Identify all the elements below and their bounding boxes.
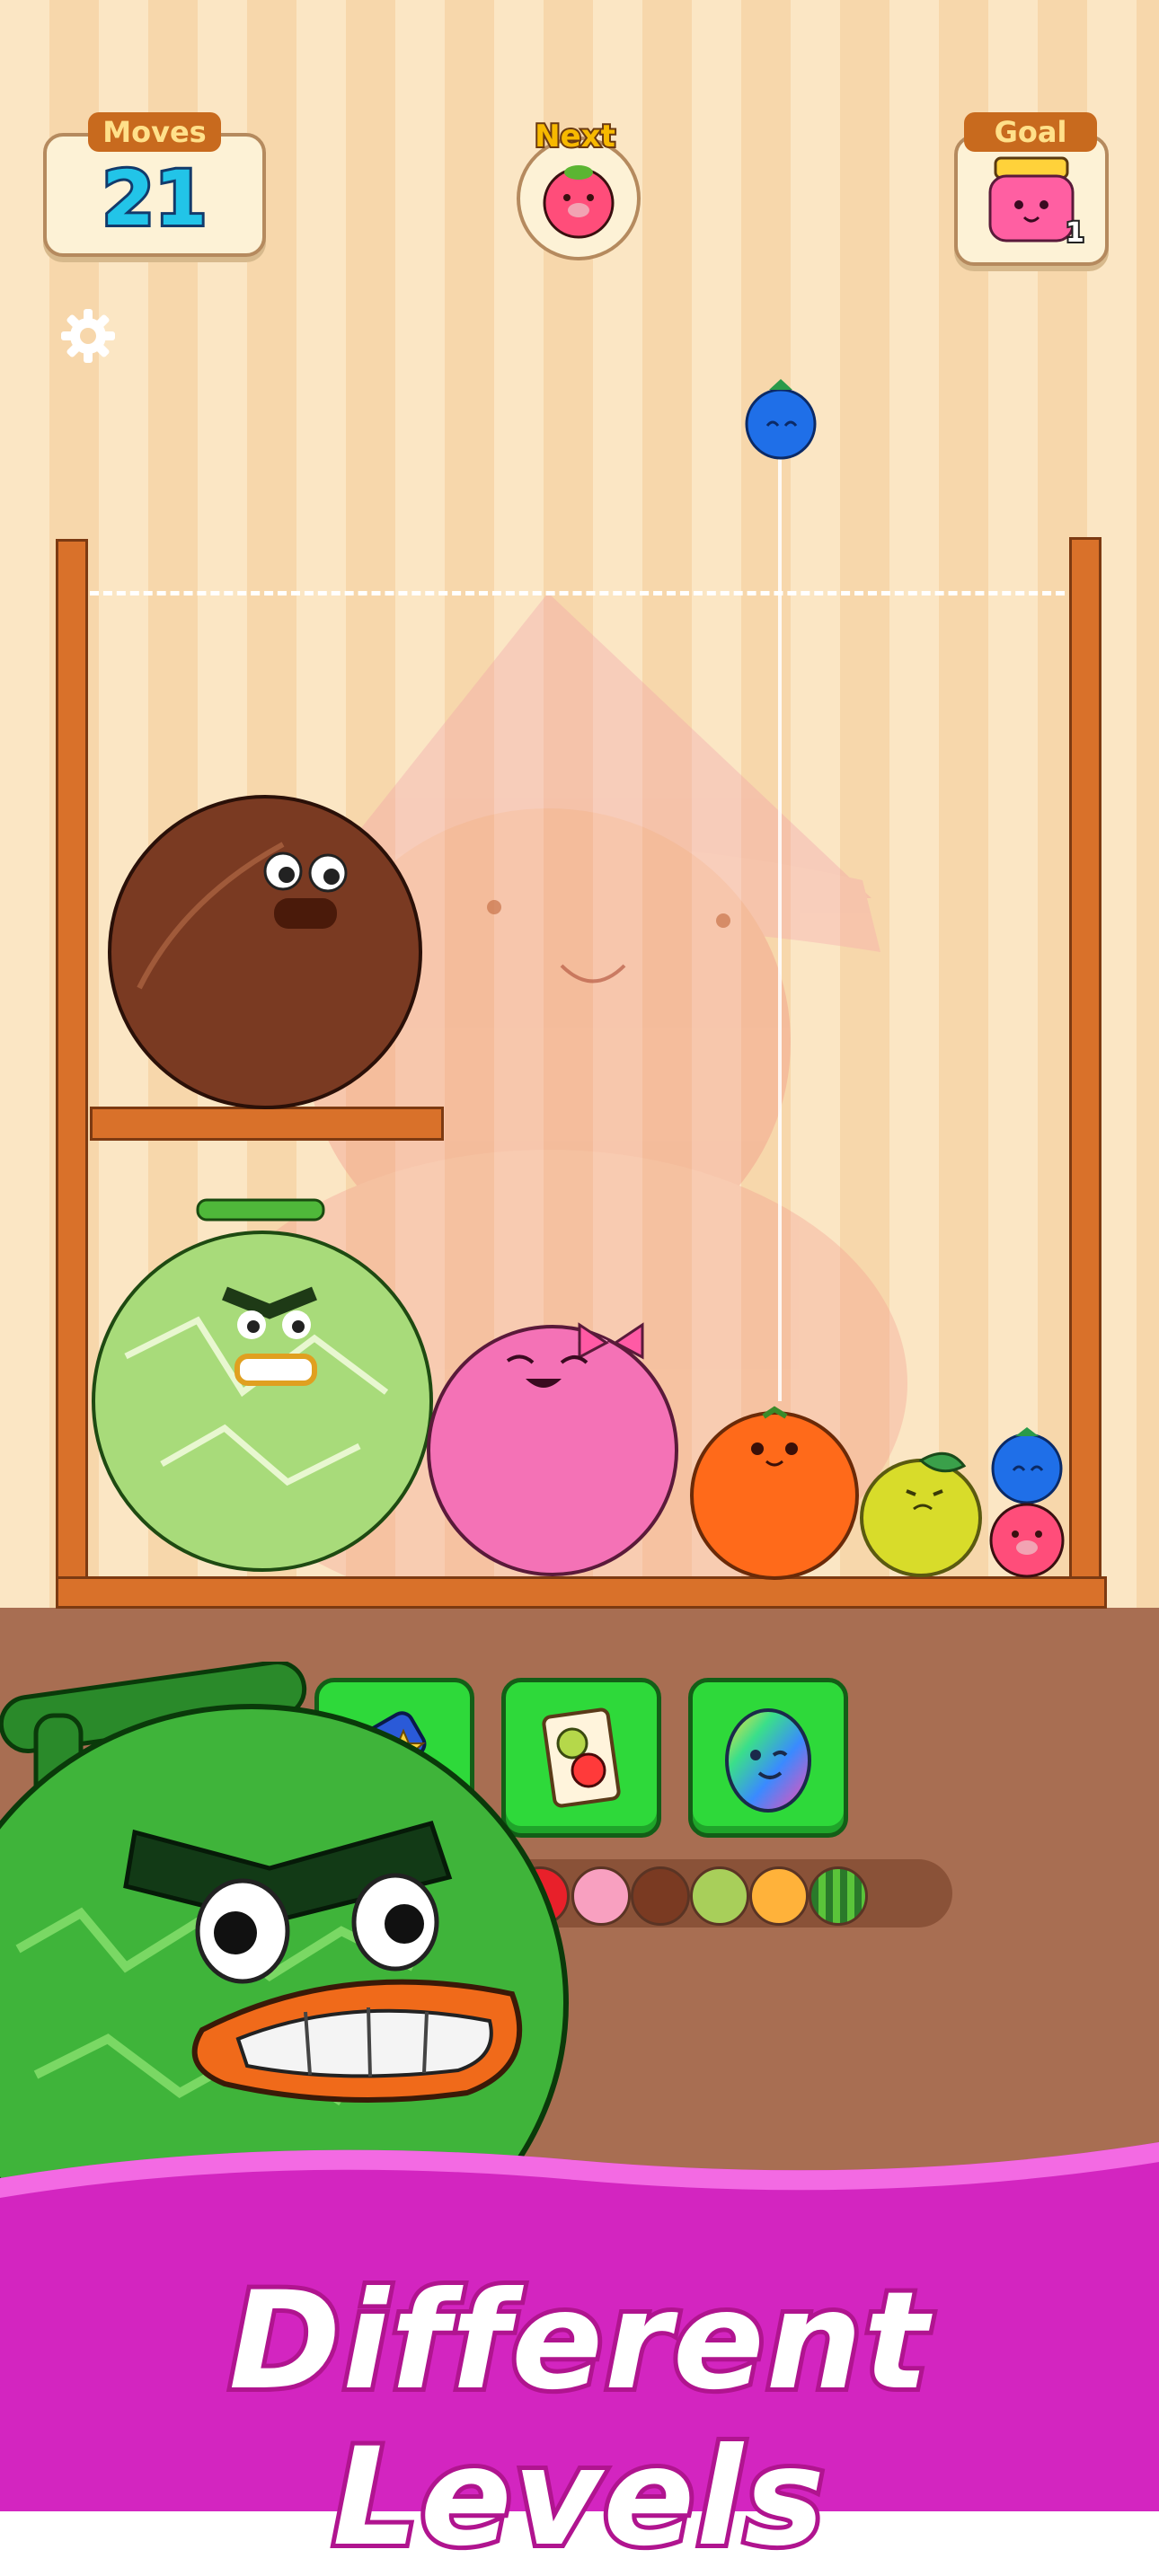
melon-fruit xyxy=(92,1198,433,1572)
blueberry-icon[interactable] xyxy=(742,375,819,462)
danger-line xyxy=(90,591,1065,599)
chain-strawberry xyxy=(571,1866,631,1926)
orange-fruit xyxy=(690,1406,859,1580)
goal-card: 1 xyxy=(954,135,1109,266)
moves-label: Moves xyxy=(88,112,221,152)
rainbow-egg-icon xyxy=(725,1708,811,1813)
chain-watermelon xyxy=(809,1866,868,1926)
next-label: Next xyxy=(533,117,617,156)
chain-kiwi xyxy=(690,1866,749,1926)
blueberry-fruit xyxy=(991,1427,1063,1504)
next-fruit-slot xyxy=(517,137,641,260)
container-floor xyxy=(56,1576,1107,1609)
goal-label: Goal xyxy=(964,112,1097,152)
chain-orange xyxy=(749,1866,809,1926)
container-left-wall xyxy=(56,539,88,1609)
moves-value: 21 xyxy=(100,152,210,245)
gear-icon[interactable] xyxy=(59,307,117,365)
strawberry-icon xyxy=(543,165,615,239)
strawberry-fruit xyxy=(989,1503,1065,1578)
melon-mascot xyxy=(0,1662,569,2219)
peach-fruit xyxy=(427,1322,678,1576)
banner-title: Different Levels xyxy=(225,2259,933,2576)
container-right-wall xyxy=(1069,537,1101,1609)
rainbow-egg-booster[interactable] xyxy=(688,1678,848,1838)
lemon-fruit xyxy=(860,1451,982,1577)
jam-jar-icon xyxy=(988,156,1075,243)
chain-coconut xyxy=(631,1866,690,1926)
coconut-fruit xyxy=(108,795,422,1109)
goal-count: 1 xyxy=(1064,216,1086,251)
